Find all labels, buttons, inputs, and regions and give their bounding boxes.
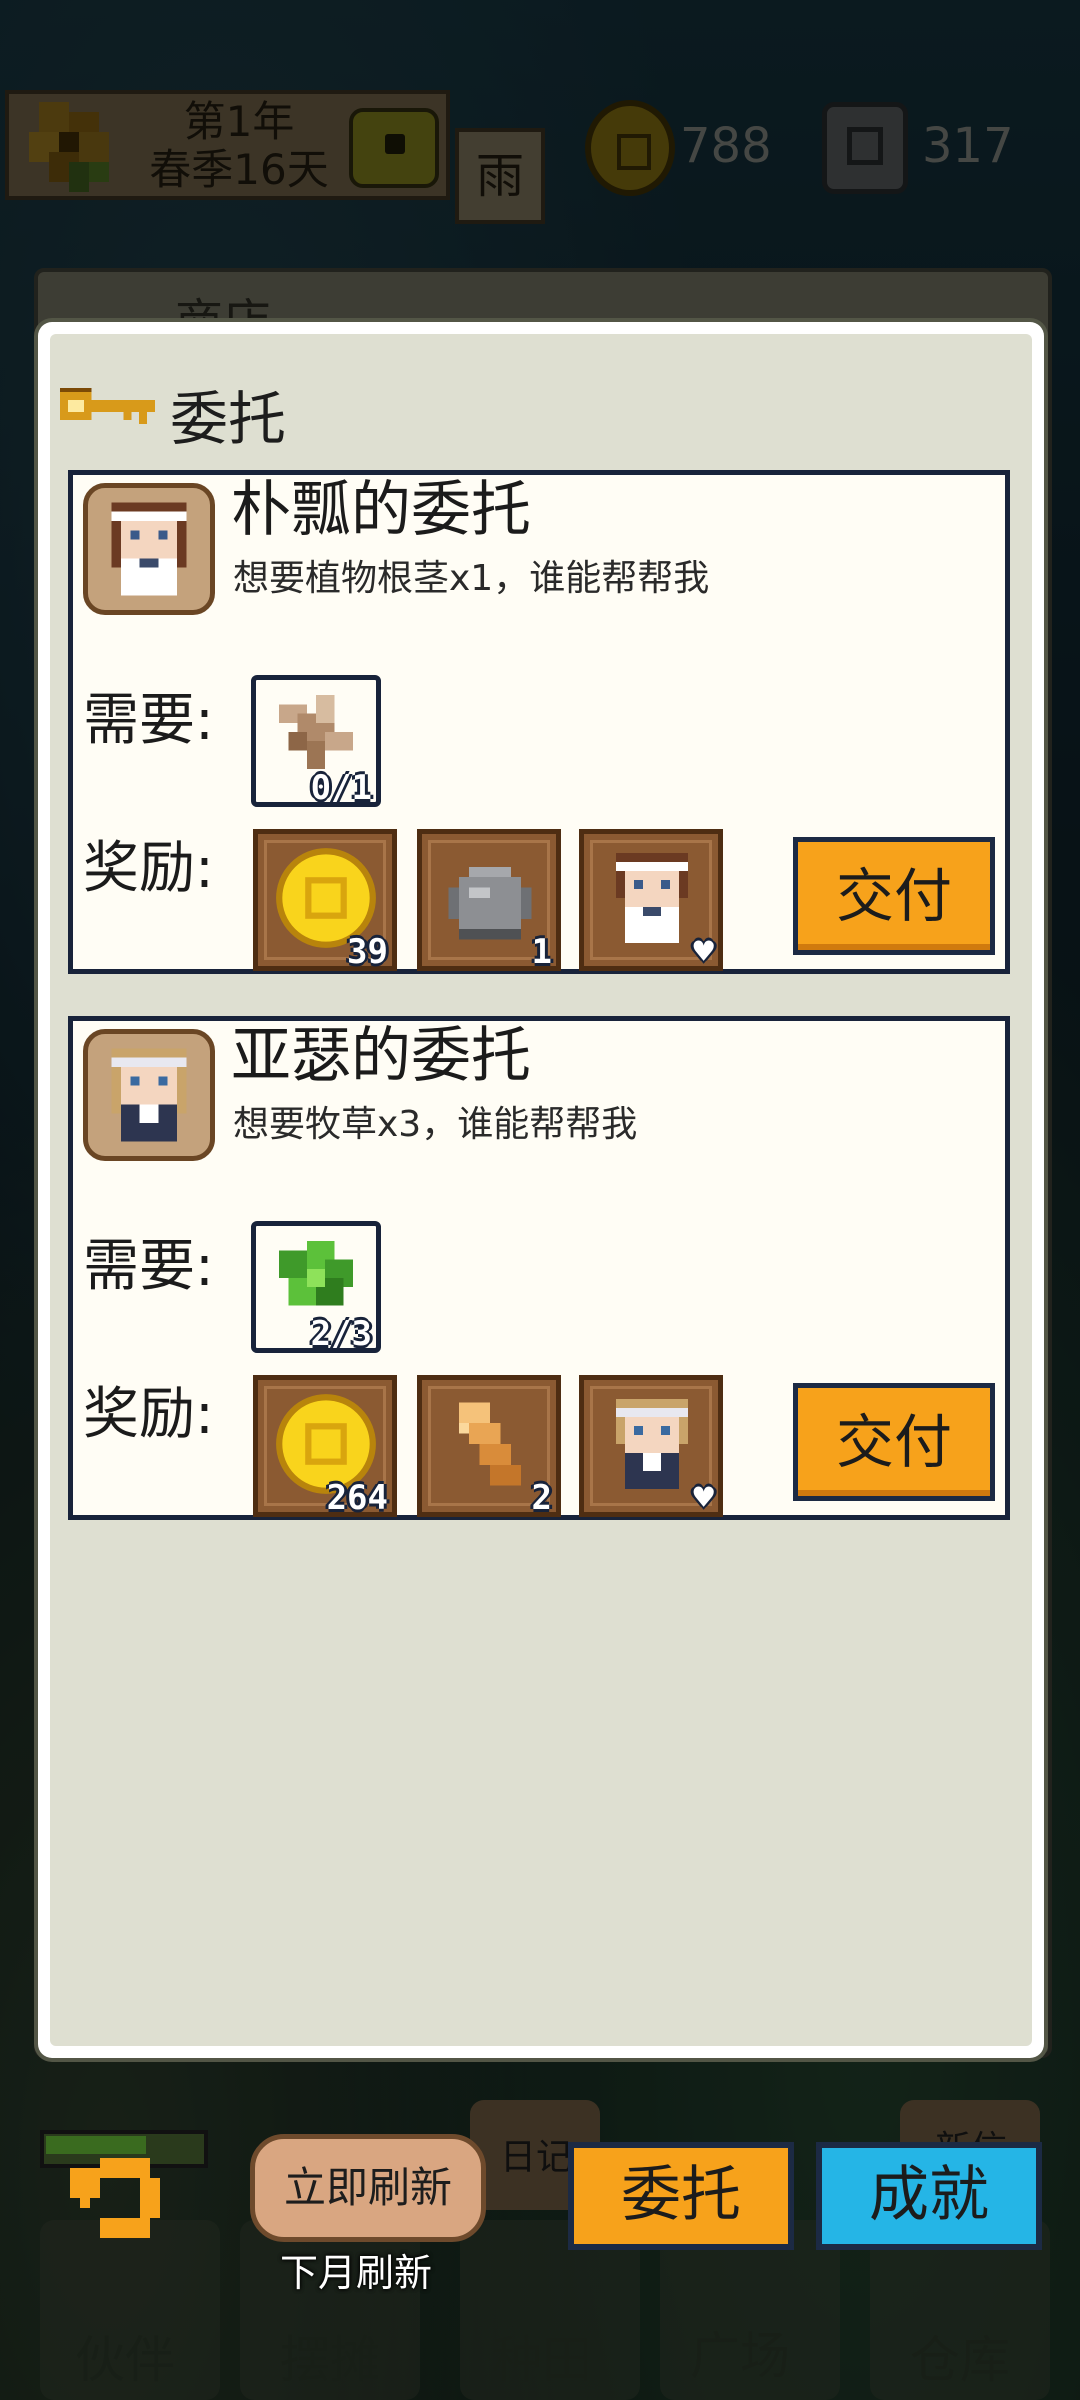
tab-commission[interactable]: 委托 (568, 2142, 794, 2250)
refresh-now-button[interactable]: 立即刷新 (250, 2134, 486, 2242)
commission-desc: 想要牧草x3，谁能帮帮我 (233, 1104, 638, 1145)
commission-title: 朴瓢的委托 (231, 475, 531, 545)
refresh-next-month-label: 下月刷新 (280, 2251, 433, 2295)
tab-achievement[interactable]: 成就 (816, 2142, 1042, 2250)
reward-slot[interactable]: 2 (417, 1375, 561, 1518)
affection-heart: ♥ (693, 1478, 714, 1518)
reward-slot[interactable]: ♥ (579, 829, 723, 972)
reward-slot[interactable]: ♥ (579, 1375, 723, 1518)
affection-heart: ♥ (693, 932, 714, 972)
plant-root-icon (279, 695, 353, 769)
deliver-button[interactable]: 交付 (793, 1383, 995, 1501)
reward-count: 264 (326, 1478, 388, 1518)
reward-count: 1 (531, 932, 552, 972)
deliver-button[interactable]: 交付 (793, 837, 995, 955)
commission-title: 亚瑟的委托 (231, 1021, 531, 1091)
reward-count: 2 (531, 1478, 552, 1518)
reward-slot[interactable]: 1 (417, 829, 561, 972)
commission-card: 亚瑟的委托 想要牧草x3，谁能帮帮我 需要: 2/3 奖励: 264 2 ♥ 交… (68, 1016, 1010, 1520)
commission-card: 朴瓢的委托 想要植物根茎x1，谁能帮帮我 需要: 0/1 奖励: 39 1 ♥ … (68, 470, 1010, 974)
reward-label: 奖励: (83, 1382, 214, 1447)
need-label: 需要: (83, 688, 214, 753)
npc-portrait-icon (616, 853, 688, 943)
npc-avatar (83, 1029, 215, 1161)
feather-icon (458, 1402, 522, 1486)
back-arrow-icon[interactable] (60, 2148, 170, 2248)
need-label: 需要: (83, 1234, 214, 1299)
npc-avatar (83, 483, 215, 615)
dialog-title: 委托 (170, 385, 287, 453)
reward-label: 奖励: (83, 836, 214, 901)
need-count: 0/1 (310, 768, 372, 808)
npc-portrait-icon (616, 1399, 688, 1489)
reward-slot[interactable]: 264 (253, 1375, 397, 1518)
reward-count: 39 (347, 932, 388, 972)
need-item-slot[interactable]: 0/1 (251, 675, 381, 808)
stone-icon (448, 866, 532, 940)
npc-portrait-icon (111, 1048, 187, 1142)
forage-grass-icon (279, 1241, 353, 1306)
need-count: 2/3 (310, 1314, 372, 1354)
key-icon (60, 388, 155, 424)
reward-slot[interactable]: 39 (253, 829, 397, 972)
need-item-slot[interactable]: 2/3 (251, 1221, 381, 1354)
npc-portrait-icon (111, 502, 187, 596)
commission-desc: 想要植物根茎x1，谁能帮帮我 (233, 558, 710, 599)
